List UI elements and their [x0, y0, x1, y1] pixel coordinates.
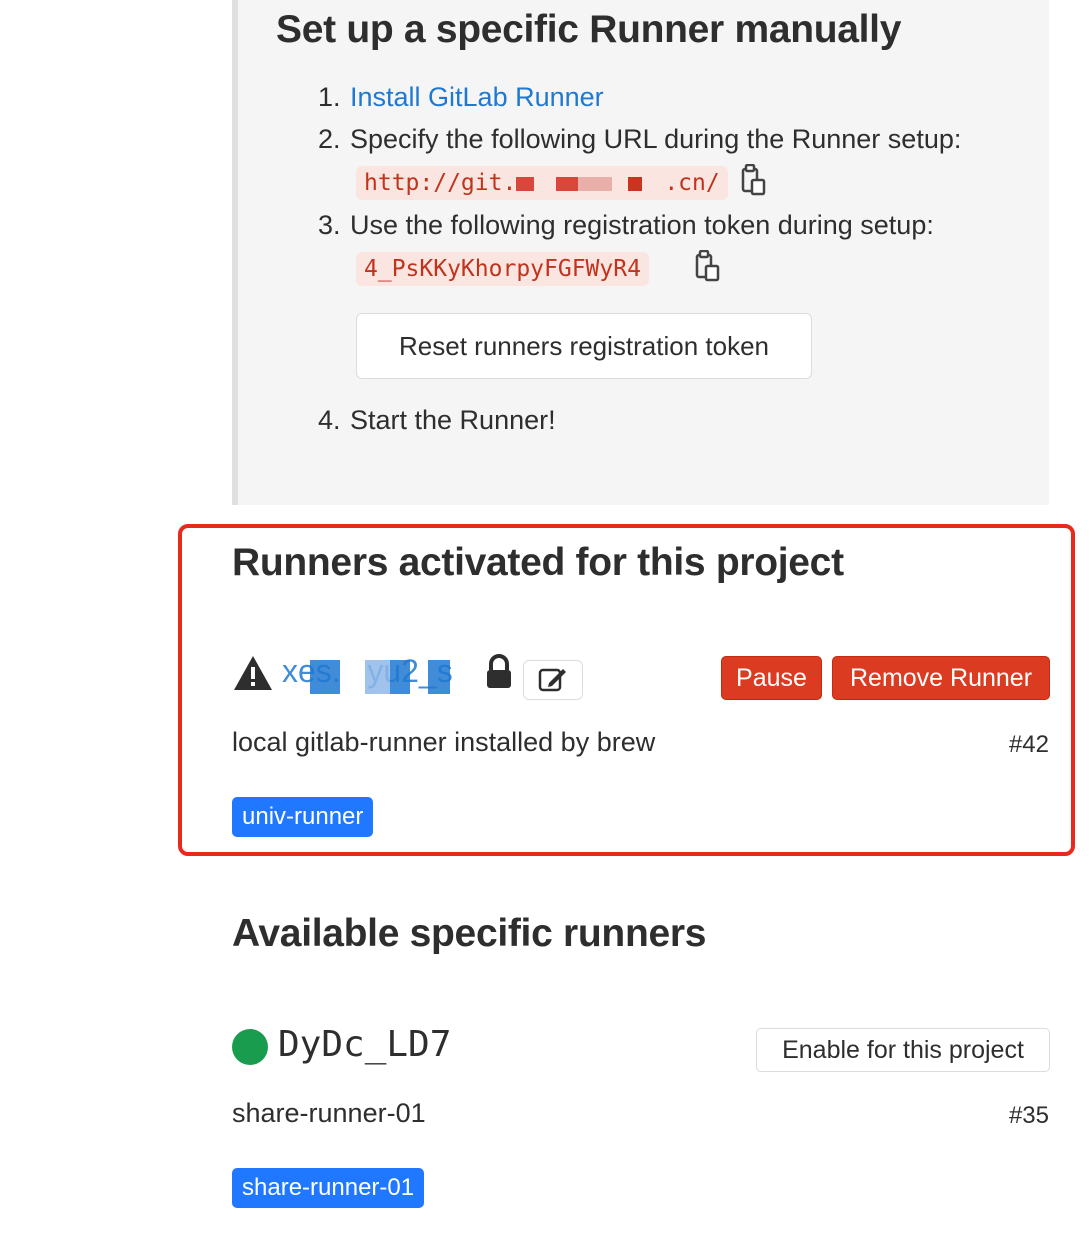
activated-runners-title: Runners activated for this project — [232, 541, 844, 584]
enable-runner-button[interactable]: Enable for this project — [756, 1028, 1050, 1072]
activated-runner-id: #42 — [1008, 731, 1049, 758]
available-runner-description: share-runner-01 — [232, 1098, 426, 1128]
step-1: 1. Install GitLab Runner — [318, 82, 604, 112]
edit-runner-button[interactable] — [523, 660, 583, 700]
status-online-icon — [232, 1029, 268, 1065]
available-runner-name: DyDc_LD7 — [278, 1024, 452, 1065]
runner-setup-panel: Set up a specific Runner manually 1. Inst… — [232, 0, 1049, 505]
step-3: 3. Use the following registration token d… — [318, 210, 934, 240]
step-2: 2. Specify the following URL during the R… — [318, 124, 962, 154]
registration-token-code: 4_PsKKyKhorpyFGFWyR4 — [356, 252, 649, 286]
runner-name-redaction — [310, 660, 470, 694]
runner-url-code: http://git. .cn/ — [356, 166, 728, 200]
pause-runner-button[interactable]: Pause — [721, 656, 822, 700]
warning-icon — [232, 654, 274, 697]
runner-tag: univ-runner — [232, 797, 374, 837]
lock-icon — [484, 654, 514, 695]
available-runner-id: #35 — [1008, 1102, 1049, 1129]
url-redaction — [516, 176, 665, 191]
remove-runner-button[interactable]: Remove Runner — [832, 656, 1050, 700]
reset-registration-token-button[interactable]: Reset runners registration token — [356, 313, 812, 379]
copy-token-clipboard-icon[interactable] — [694, 249, 722, 284]
copy-url-clipboard-icon[interactable] — [740, 163, 768, 198]
install-gitlab-runner-link[interactable]: Install GitLab Runner — [350, 82, 604, 112]
setup-title: Set up a specific Runner manually — [276, 8, 902, 51]
available-runners-title: Available specific runners — [232, 912, 707, 955]
activated-runner-description: local gitlab-runner installed by brew — [232, 727, 656, 757]
runner-tag: share-runner-01 — [232, 1168, 425, 1208]
edit-icon — [538, 666, 568, 695]
step-4: 4. Start the Runner! — [318, 405, 556, 435]
